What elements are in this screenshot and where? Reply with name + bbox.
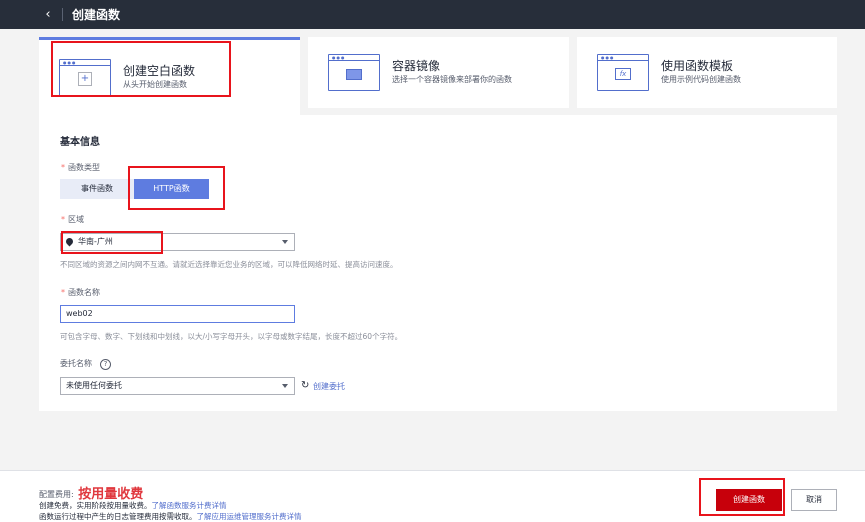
chevron-down-icon (282, 240, 288, 244)
container-image-icon: ●●● (328, 54, 380, 91)
fee-note-1: 创建免费，实用阶段按用量收费。了解函数服务计费详情 (39, 501, 227, 510)
section-title: 基本信息 (60, 137, 100, 148)
top-bar: ‹ 创建函数 (0, 0, 865, 29)
region-hint: 不同区域的资源之间内网不互通。请就近选择靠近您业务的区域，可以降低网络时延、提高… (60, 260, 398, 269)
region-label: * 区域 (61, 215, 84, 224)
func-name-label: * 函数名称 (61, 288, 100, 297)
divider (62, 8, 63, 21)
agency-label: 委托名称? (60, 358, 111, 370)
card-title: 创建空白函数 (123, 64, 196, 78)
chevron-left-icon[interactable]: ‹ (38, 0, 58, 29)
page-title: 创建函数 (72, 8, 121, 22)
blank-window-icon: ●●● + (59, 59, 111, 96)
cancel-button[interactable]: 取消 (791, 489, 837, 511)
card-container-image[interactable]: ●●● 容器镜像 选择一个容器镜像来部署你的函数 (308, 37, 569, 108)
func-name-input[interactable]: web02 (60, 305, 295, 323)
card-desc: 使用示例代码创建函数 (661, 75, 741, 84)
location-pin-icon (64, 236, 75, 247)
region-select[interactable]: 华南-广州 (60, 233, 295, 251)
create-function-button[interactable]: 创建函数 (716, 489, 782, 511)
card-desc: 选择一个容器镜像来部署你的函数 (392, 75, 512, 84)
footer-bar: 配置费用: 按用量收费 创建免费，实用阶段按用量收费。了解函数服务计费详情 函数… (0, 470, 865, 522)
basic-info-form: 基本信息 * 函数类型 事件函数 HTTP函数 * 区域 华南-广州 不同区域的资源… (39, 115, 837, 411)
fgs-billing-link[interactable]: 了解函数服务计费详情 (152, 501, 227, 510)
required-mark: * (61, 288, 65, 297)
card-title: 使用函数模板 (661, 59, 734, 73)
card-function-template[interactable]: ●●● fx 使用函数模板 使用示例代码创建函数 (577, 37, 837, 108)
agency-select[interactable]: 未使用任何委托 (60, 377, 295, 395)
option-event-function[interactable]: 事件函数 (60, 179, 134, 199)
card-desc: 从头开始创建函数 (123, 80, 187, 89)
template-fx-icon: ●●● fx (597, 54, 649, 91)
option-http-function[interactable]: HTTP函数 (134, 179, 209, 199)
card-blank-function[interactable]: ●●● + 创建空白函数 从头开始创建函数 (39, 37, 300, 115)
required-mark: * (61, 163, 65, 172)
card-title: 容器镜像 (392, 59, 441, 73)
func-type-label: * 函数类型 (61, 163, 100, 172)
create-method-cards: ●●● + 创建空白函数 从头开始创建函数 ●●● 容器镜像 选择一个容器镜像来… (39, 37, 837, 115)
chevron-down-icon (282, 384, 288, 388)
func-name-hint: 可包含字母、数字、下划线和中划线，以大/小写字母开头，以字母或数字结尾，长度不超… (60, 332, 403, 341)
aom-billing-link[interactable]: 了解应用运维管理服务计费详情 (197, 512, 302, 521)
refresh-icon[interactable]: ↻ (301, 380, 309, 391)
help-icon[interactable]: ? (100, 359, 111, 370)
fee-note-2: 函数运行过程中产生的日志管理费用按需收取。了解应用运维管理服务计费详情 (39, 512, 302, 521)
required-mark: * (61, 215, 65, 224)
create-agency-link[interactable]: 创建委托 (313, 381, 345, 392)
